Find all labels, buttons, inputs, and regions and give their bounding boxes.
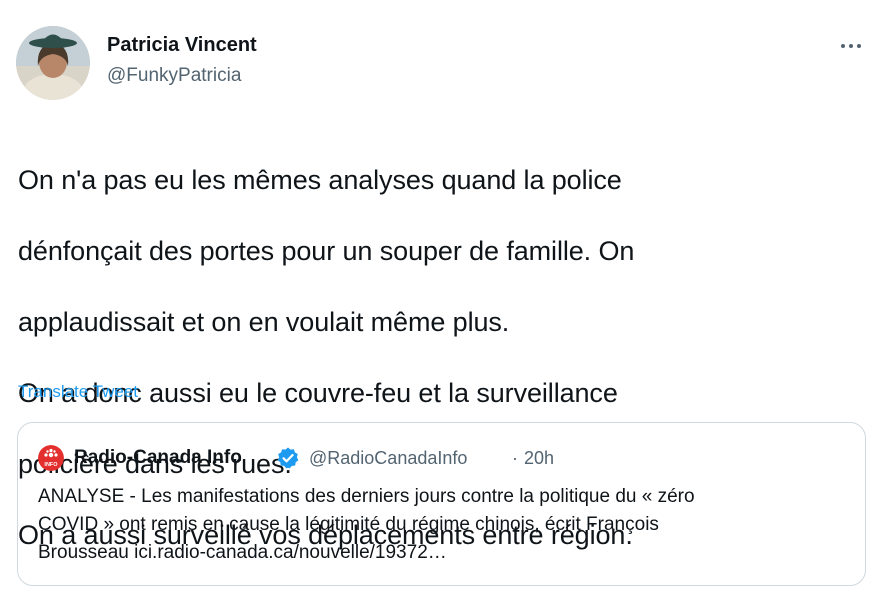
author-name[interactable]: Patricia Vincent	[107, 34, 257, 57]
separator-dot: ·	[512, 448, 518, 468]
quote-author-handle: @RadioCanadaInfo	[309, 448, 468, 468]
radio-canada-logo-icon: INFO	[38, 445, 64, 471]
tweet-text-line: dénfonçait des portes pour un souper de …	[18, 235, 635, 266]
tweet-text-line: On n'a pas eu les mêmes analyses quand l…	[18, 164, 622, 195]
quote-text: ANALYSE - Les manifestations des dernier…	[38, 483, 848, 567]
translate-tweet-link[interactable]: Translate Tweet	[18, 382, 138, 402]
tweet-text-line: applaudissait et on en voulait même plus…	[18, 306, 510, 337]
quoted-tweet-card[interactable]: INFO Radio-Canada Info @RadioCanadaInfo …	[17, 422, 866, 586]
quote-text-line: Brousseau ici.radio-canada.ca/nouvelle/1…	[38, 542, 447, 563]
quote-timestamp[interactable]: 20h	[524, 448, 554, 469]
avatar[interactable]	[16, 26, 90, 100]
quote-text-line: COVID » ont remis en cause la légitimité…	[38, 514, 659, 535]
author-handle[interactable]: @FunkyPatricia	[107, 65, 241, 87]
verified-badge-icon	[276, 446, 300, 470]
more-dots-icon[interactable]	[832, 32, 870, 60]
quote-author-name: Radio-Canada Info	[74, 447, 242, 468]
logo-label: INFO	[44, 462, 58, 468]
quote-text-line: ANALYSE - Les manifestations des dernier…	[38, 486, 695, 507]
tweet-text-line: On a donc aussi eu le couvre-feu et la s…	[18, 377, 618, 408]
